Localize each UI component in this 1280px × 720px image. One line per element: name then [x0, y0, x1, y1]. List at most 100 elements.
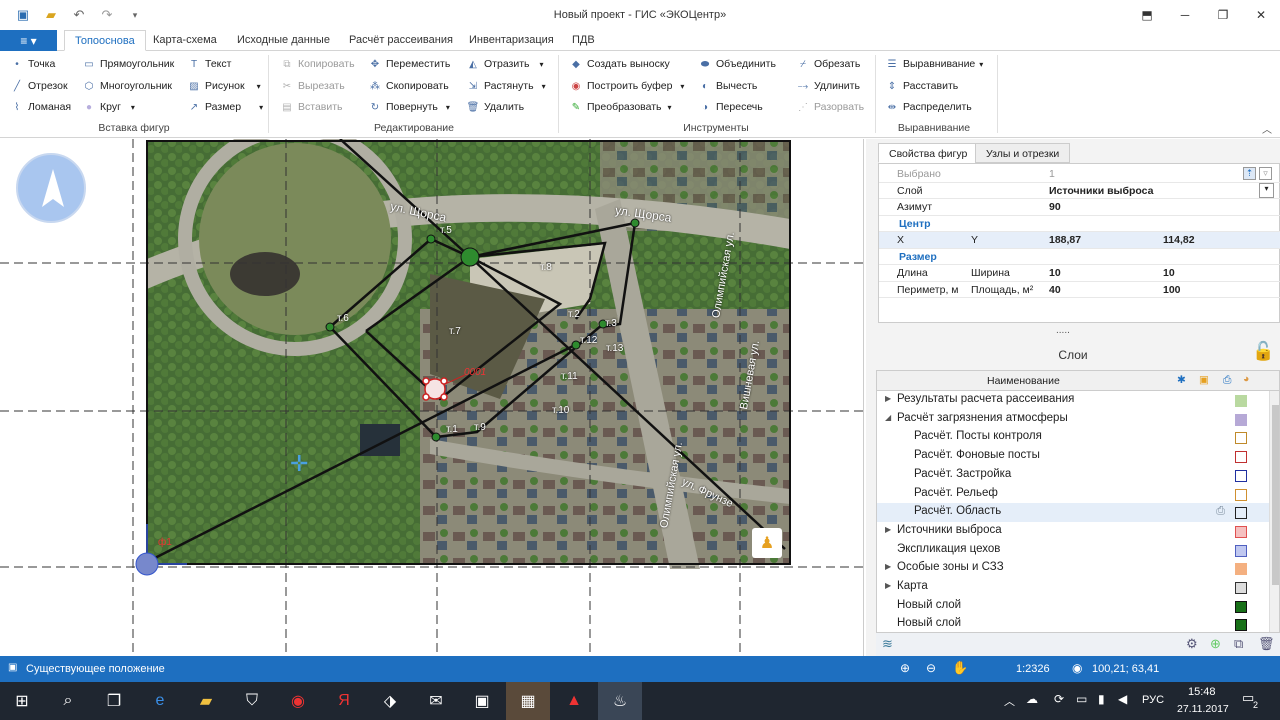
explorer-icon[interactable]: ▰ [184, 682, 228, 720]
dropbox-icon[interactable]: ⬗ [368, 682, 412, 720]
mirror-button[interactable]: ◭ Отразить ▾ [466, 55, 543, 73]
scale-readout[interactable]: 1:2326 [1016, 663, 1050, 675]
layers-stack-icon[interactable]: ≋ [882, 636, 893, 652]
move-button[interactable]: ✥ Переместить [368, 55, 451, 73]
layer-color-swatch[interactable] [1235, 413, 1247, 426]
layer-item[interactable]: Новый слой [877, 597, 1269, 616]
mail-icon[interactable]: ✉ [414, 682, 458, 720]
stretch-button[interactable]: ⇲ Растянуть ▾ [466, 77, 546, 95]
ecocenter-app-icon[interactable]: ♨ [598, 682, 642, 720]
layer-color-swatch[interactable] [1235, 563, 1247, 576]
acrobat-icon[interactable]: ▲ [552, 682, 596, 720]
copy-button[interactable]: ⧉ Копировать [280, 55, 354, 73]
layer-color-swatch[interactable] [1235, 432, 1247, 445]
layer-item[interactable]: Расчёт. Рельеф [877, 485, 1269, 504]
layer-item[interactable]: ▶ Карта [877, 578, 1269, 597]
tab-source-data[interactable]: Исходные данные [227, 30, 340, 51]
polygon-button[interactable]: ⬡ Многоугольник [82, 77, 172, 95]
sort-icon[interactable]: ⇡ [1243, 167, 1256, 180]
clock-time[interactable]: 15:48 [1188, 686, 1216, 698]
splitter-handle[interactable]: ..... [1056, 325, 1070, 336]
delete-button[interactable]: 🗑 Удалить [466, 98, 524, 116]
emission-source-square[interactable] [422, 377, 448, 401]
layer-item[interactable]: ▶ Особые зоны и СЗЗ [877, 559, 1269, 578]
file-menu-button[interactable]: ≡ ▾ [0, 30, 57, 51]
cloud-icon[interactable]: ☁ [1026, 692, 1038, 706]
chevron-down-icon[interactable]: ▾ [1259, 182, 1274, 198]
yandex-icon[interactable]: Я [322, 682, 366, 720]
arrange-button[interactable]: ⇕ Расставить [885, 77, 958, 95]
layer-color-swatch[interactable] [1235, 525, 1247, 538]
callout-button[interactable]: ◆ Создать выноску [569, 55, 670, 73]
layer-item[interactable]: ▶ Источники выброса [877, 522, 1269, 541]
paste-button[interactable]: ▤ Вставить [280, 98, 342, 116]
tab-map-scheme[interactable]: Карта-схема [143, 30, 227, 51]
color-wheel-icon[interactable]: ◕ [1243, 373, 1249, 385]
volume-icon[interactable]: ◀ [1118, 692, 1127, 706]
tab-inventory[interactable]: Инвентаризация [459, 30, 564, 51]
ribbon-toggle-icon[interactable]: ⬒ [1128, 0, 1166, 30]
layer-color-swatch[interactable] [1235, 582, 1247, 594]
layer-item[interactable]: Экспликация цехов [877, 541, 1269, 560]
yandex-browser-icon[interactable]: ◉ [276, 682, 320, 720]
convert-button[interactable]: ✎ Преобразовать ▾ [569, 98, 672, 116]
layers-scrollbar[interactable] [1269, 391, 1279, 632]
layer-item[interactable]: ▶ Результаты расчета рассеивания [877, 391, 1269, 410]
north-arrow-icon[interactable] [16, 153, 86, 223]
layer-item[interactable]: Расчёт. Застройка [877, 466, 1269, 485]
layer-color-swatch[interactable] [1235, 395, 1247, 407]
tab-shape-properties[interactable]: Свойства фигур [878, 143, 979, 163]
tray-chevron-icon[interactable]: ︿ [1004, 693, 1015, 709]
trash-icon[interactable]: 🗑 [1258, 636, 1275, 652]
union-button[interactable]: ⬬ Объединить [698, 55, 776, 73]
collapse-ribbon-icon[interactable]: ︿ [1262, 121, 1272, 136]
circle-button[interactable]: ● Круг ▾ [82, 98, 135, 116]
clock-date[interactable]: 27.11.2017 [1177, 703, 1229, 715]
rotate-button[interactable]: ↻ Повернуть ▾ [368, 98, 450, 116]
edge-icon[interactable]: e [138, 682, 182, 720]
subtract-button[interactable]: ◐ Вычесть [698, 77, 757, 95]
layer-item[interactable]: Расчёт. Посты контроля [877, 428, 1269, 447]
snowflake-icon[interactable]: ✱ [1177, 374, 1186, 386]
duplicate-button[interactable]: ⁂ Скопировать [368, 77, 449, 95]
layer-color-swatch[interactable] [1235, 469, 1247, 482]
map-canvas[interactable]: ✛ ул. Щорса ул. Щорса Олимпийская ул. Ви… [0, 139, 864, 656]
layer-color-swatch[interactable] [1235, 619, 1247, 632]
tab-dispersion[interactable]: Расчёт рассеивания [339, 30, 463, 51]
layer-item[interactable]: ◢ Расчёт загрязнения атмосферы [877, 410, 1269, 429]
print-icon[interactable]: ⎙ [1223, 374, 1231, 387]
street-view-icon[interactable]: ♟ [752, 528, 782, 558]
layer-color-swatch[interactable] [1235, 507, 1247, 520]
zoom-out-icon[interactable]: ⊖ [926, 661, 936, 675]
layer-item[interactable]: Новый слой [877, 615, 1269, 632]
buffer-button[interactable]: ◉ Построить буфер ▾ [569, 77, 685, 95]
language-indicator[interactable]: РУС [1142, 694, 1164, 706]
point-button[interactable]: • Точка [10, 55, 55, 73]
lock-column-icon[interactable]: ▣ [1199, 374, 1209, 386]
minimize-button[interactable]: ─ [1166, 0, 1204, 30]
dimension-button[interactable]: ↗ Размер ▾ [187, 98, 263, 116]
zoom-in-icon[interactable]: ⊕ [900, 661, 910, 675]
battery-icon[interactable]: ▮ [1098, 692, 1105, 706]
layer-color-swatch[interactable] [1235, 544, 1247, 557]
layer-color-swatch[interactable] [1235, 488, 1247, 501]
app-icon[interactable]: ▦ [506, 682, 550, 720]
lock-icon[interactable]: 🔓 [1252, 341, 1274, 361]
source-center-marker[interactable] [460, 247, 480, 267]
close-button[interactable]: ✕ [1242, 0, 1280, 30]
restore-button[interactable]: ❐ [1204, 0, 1242, 30]
layer-item[interactable]: Расчёт. Фоновые посты [877, 447, 1269, 466]
layer-color-swatch[interactable] [1235, 451, 1247, 464]
pan-hand-icon[interactable]: ✋ [952, 660, 968, 676]
segment-button[interactable]: ╱ Отрезок [10, 77, 68, 95]
layer-item[interactable]: Расчёт. Область ⎙ [877, 503, 1269, 522]
cut-button[interactable]: ✂ Вырезать [280, 77, 345, 95]
distribute-button[interactable]: ⇹ Распределить [885, 98, 972, 116]
search-icon[interactable]: ⌕ [46, 682, 90, 720]
media-icon[interactable]: ▣ [460, 682, 504, 720]
print-icon[interactable]: ⎙ [1216, 505, 1225, 518]
text-button[interactable]: T Текст [187, 55, 232, 73]
tab-pdv[interactable]: ПДВ [562, 30, 605, 51]
picture-button[interactable]: ▨ Рисунок ▾ [187, 77, 260, 95]
extend-button[interactable]: ⤍ Удлинить [796, 77, 860, 95]
